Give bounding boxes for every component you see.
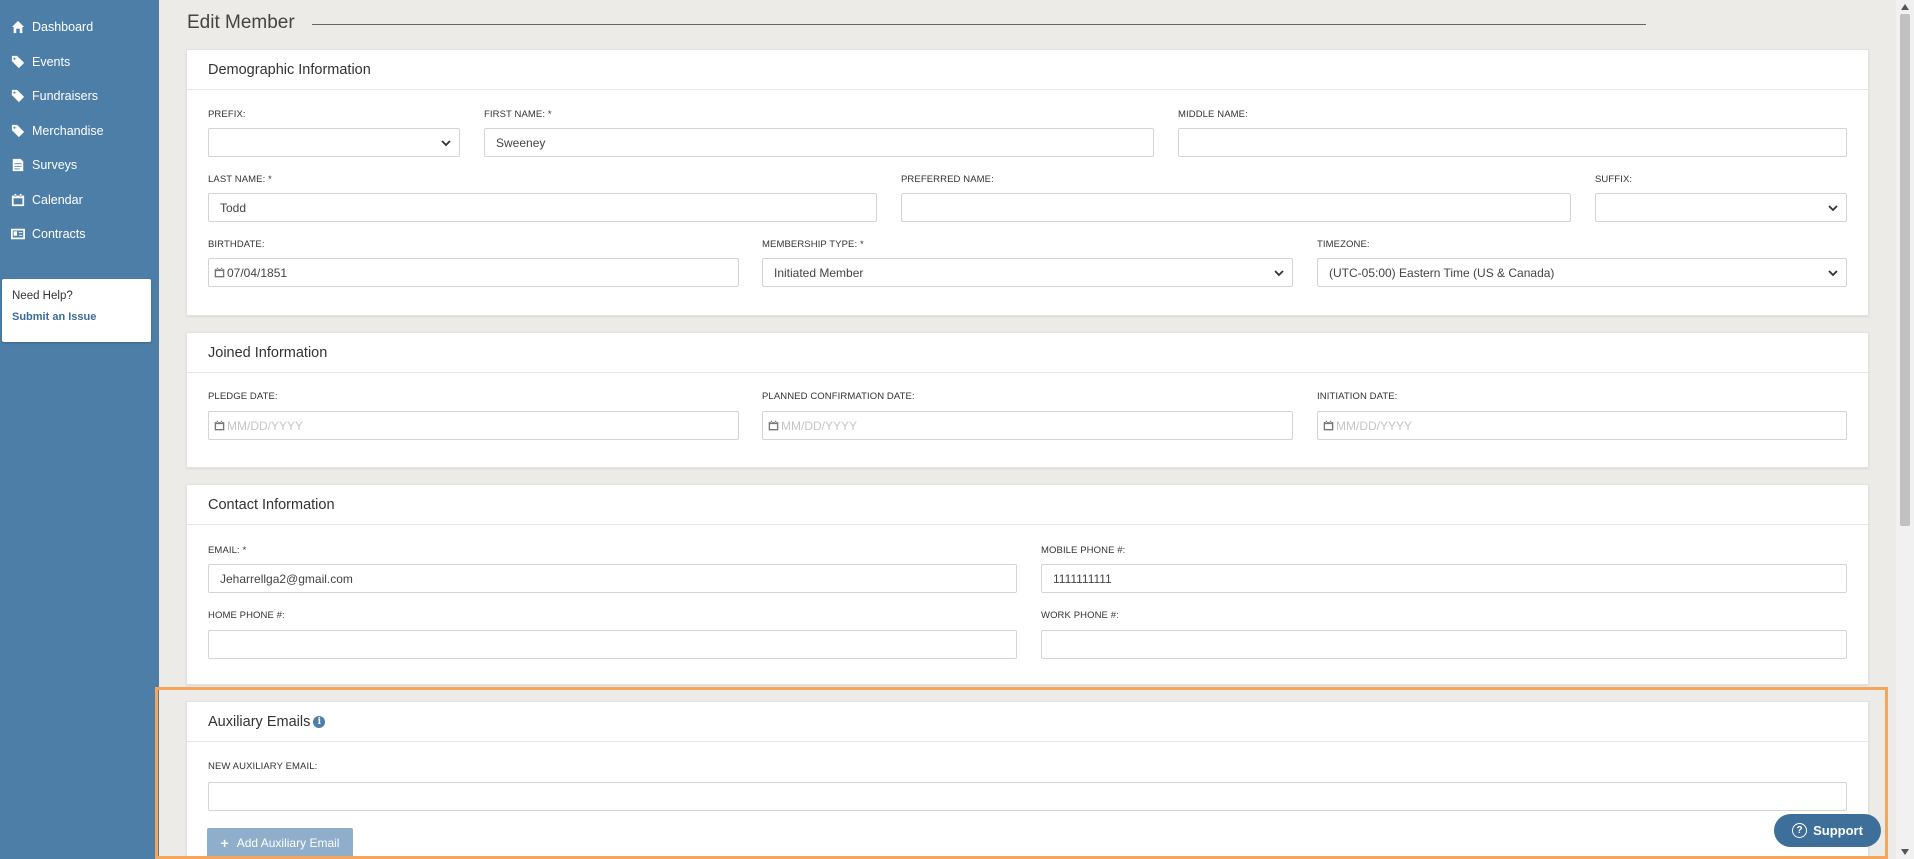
sidebar-item-fundraisers[interactable]: Fundraisers [0,79,159,114]
scroll-up-icon[interactable] [1900,3,1910,11]
auxiliary-heading-text: Auxiliary Emails [208,713,311,730]
sidebar-item-merchandise[interactable]: Merchandise [0,114,159,149]
page-title: Edit Member [187,12,295,33]
add-auxiliary-email-button[interactable]: + Add Auxiliary Email [207,828,353,857]
prefix-label: PREFIX: [208,109,246,120]
birthdate-input[interactable]: 07/04/1851 [208,258,739,287]
middle-name-label: MIDDLE NAME: [1178,109,1248,120]
membership-type-select[interactable]: Initiated Member [762,258,1293,287]
last-name-input[interactable]: Todd [208,193,877,222]
suffix-label: SUFFIX: [1595,174,1633,185]
id-card-icon [10,226,26,242]
joined-heading: Joined Information [187,333,1868,373]
home-phone-input[interactable] [208,630,1017,659]
demographic-heading: Demographic Information [187,50,1868,90]
contact-card: Contact Information EMAIL: * Jeharrellga… [186,484,1869,685]
membership-type-value: Initiated Member [774,265,864,280]
support-button[interactable]: ? Support [1774,814,1881,847]
timezone-select[interactable]: (UTC-05:00) Eastern Time (US & Canada) [1317,258,1847,287]
middle-name-input[interactable] [1178,128,1847,157]
chevron-down-icon [1828,268,1838,278]
home-icon [10,19,26,35]
email-label: EMAIL: * [208,545,247,556]
sidebar-item-contracts[interactable]: Contracts [0,217,159,252]
work-phone-input[interactable] [1041,630,1847,659]
mobile-phone-label: MOBILE PHONE #: [1041,545,1126,556]
chevron-down-icon [1274,268,1284,278]
scrollbar[interactable] [1896,0,1914,859]
help-title: Need Help? [12,290,73,302]
demographic-card: Demographic Information PREFIX: FIRST NA… [186,49,1869,316]
pledge-date-input[interactable]: MM/DD/YYYY [208,411,739,440]
support-label: Support [1813,823,1863,838]
first-name-label: FIRST NAME: * [484,109,552,120]
plus-icon: + [220,834,229,851]
sidebar-nav: Dashboard Events Fundraisers Merchandise… [0,0,159,252]
last-name-label: LAST NAME: * [208,174,272,185]
question-icon: ? [1792,823,1808,838]
home-phone-label: HOME PHONE #: [208,610,285,621]
add-auxiliary-email-label: Add Auxiliary Email [236,835,340,850]
calendar-icon [214,267,225,278]
timezone-value: (UTC-05:00) Eastern Time (US & Canada) [1329,265,1555,280]
tag-icon [10,88,26,104]
auxiliary-heading: Auxiliary Emails i [187,702,1868,742]
main-content: Edit Member Demographic Information PREF… [159,0,1896,859]
title-divider [312,24,1646,25]
scroll-down-icon[interactable] [1900,848,1910,856]
mobile-phone-input[interactable]: 1111111111 [1041,564,1847,593]
sidebar-item-events[interactable]: Events [0,45,159,80]
timezone-label: TIMEZONE: [1317,239,1370,250]
calendar-icon [1323,420,1334,431]
sidebar-item-calendar[interactable]: Calendar [0,183,159,218]
document-icon [10,157,26,173]
sidebar-item-label: Merchandise [32,123,104,138]
work-phone-label: WORK PHONE #: [1041,610,1119,621]
preferred-name-label: PREFERRED NAME: [901,174,994,185]
sidebar-item-dashboard[interactable]: Dashboard [0,10,159,45]
membership-type-label: MEMBERSHIP TYPE: * [762,239,864,250]
chevron-down-icon [441,138,451,148]
joined-card: Joined Information PLEDGE DATE: MM/DD/YY… [186,332,1869,468]
first-name-input[interactable]: Sweeney [484,128,1154,157]
pledge-date-label: PLEDGE DATE: [208,391,278,402]
initiation-date-placeholder: MM/DD/YYYY [1336,418,1413,433]
initiation-date-label: INITIATION DATE: [1317,391,1398,402]
suffix-select[interactable] [1595,193,1847,222]
birthdate-label: BIRTHDATE: [208,239,265,250]
pledge-date-placeholder: MM/DD/YYYY [227,418,304,433]
sidebar-item-label: Calendar [32,192,83,207]
sidebar-item-surveys[interactable]: Surveys [0,148,159,183]
tag-icon [10,54,26,70]
email-input[interactable]: Jeharrellga2@gmail.com [208,564,1017,593]
planned-confirmation-date-label: PLANNED CONFIRMATION DATE: [762,391,915,402]
planned-confirmation-date-placeholder: MM/DD/YYYY [781,418,858,433]
birthdate-value: 07/04/1851 [227,265,288,280]
prefix-select[interactable] [208,128,460,157]
sidebar-item-label: Fundraisers [32,89,98,104]
tag-icon [10,123,26,139]
initiation-date-input[interactable]: MM/DD/YYYY [1317,411,1847,440]
scroll-thumb[interactable] [1900,14,1910,526]
sidebar-item-label: Events [32,54,71,69]
preferred-name-input[interactable] [901,193,1571,222]
new-auxiliary-email-input[interactable] [208,782,1847,811]
calendar-icon [214,420,225,431]
planned-confirmation-date-input[interactable]: MM/DD/YYYY [762,411,1293,440]
calendar-icon [768,420,779,431]
contact-heading: Contact Information [187,485,1868,525]
sidebar-item-label: Contracts [32,227,86,242]
sidebar-item-label: Dashboard [32,20,94,35]
submit-issue-link[interactable]: Submit an Issue [12,311,141,323]
auxiliary-card: Auxiliary Emails i NEW AUXILIARY EMAIL: … [186,701,1869,859]
sidebar-item-label: Surveys [32,158,78,173]
calendar-icon [10,192,26,208]
help-box: Need Help? Submit an Issue [2,279,151,342]
info-icon[interactable]: i [313,715,326,728]
page-header: Edit Member [187,12,1914,34]
chevron-down-icon [1828,203,1838,213]
sidebar: Dashboard Events Fundraisers Merchandise… [0,0,159,859]
new-auxiliary-email-label: NEW AUXILIARY EMAIL: [208,761,318,772]
